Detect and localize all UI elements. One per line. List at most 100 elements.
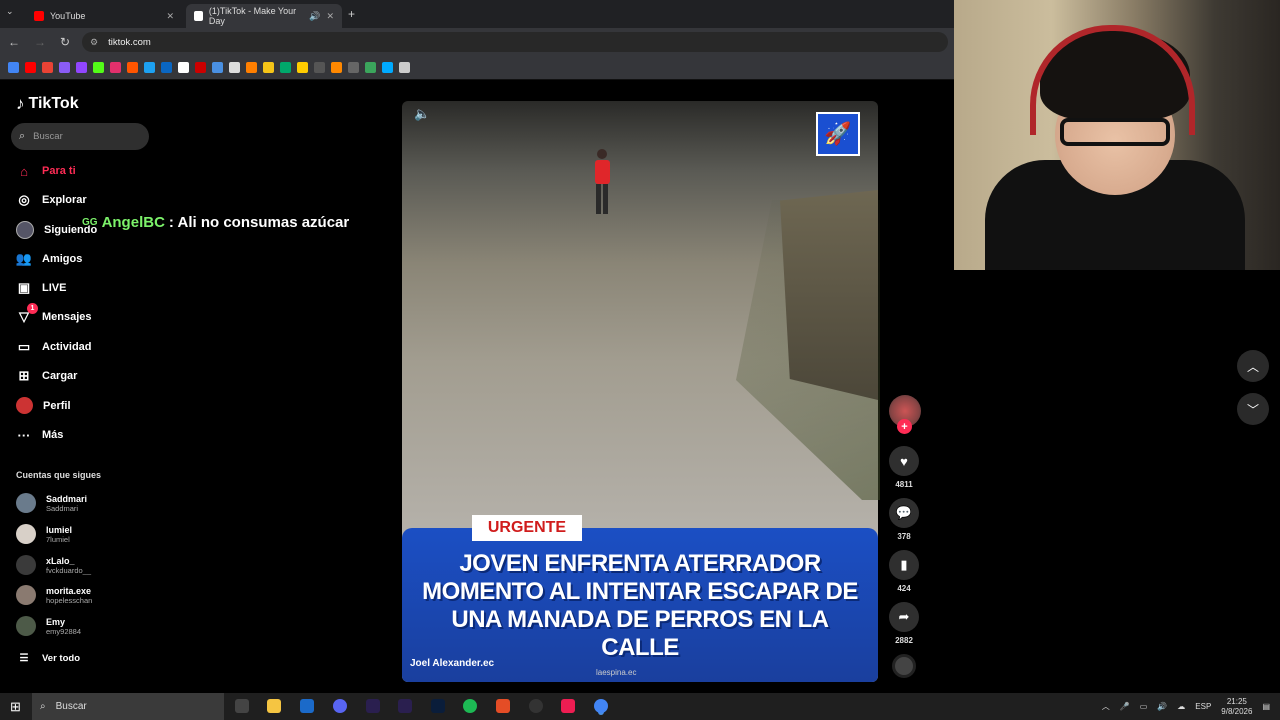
nav-item-mensajes[interactable]: ▽ 1 Mensajes <box>16 303 92 325</box>
messages-badge: 1 <box>27 303 38 314</box>
bookmark-icon[interactable] <box>399 62 410 73</box>
bookmark-icon[interactable] <box>382 62 393 73</box>
account-handle: hopelesschan <box>46 595 93 605</box>
bookmark-icon[interactable] <box>127 62 138 73</box>
discord-icon[interactable] <box>333 699 347 713</box>
file-explorer-icon[interactable] <box>267 699 281 713</box>
nav-item-actividad[interactable]: ▭ Actividad <box>16 339 92 355</box>
site-info-icon[interactable]: ⚙ <box>90 37 98 48</box>
follow-plus-icon[interactable]: + <box>897 419 912 434</box>
bookmark-icon[interactable] <box>212 62 223 73</box>
bookmark-icon[interactable] <box>280 62 291 73</box>
bookmarks-bar <box>0 56 954 80</box>
nav-item-amigos[interactable]: 👥 Amigos <box>16 251 82 267</box>
upload-icon: ⊞ <box>18 368 30 383</box>
bookmark-icon[interactable] <box>25 62 36 73</box>
game-app-icon[interactable] <box>496 699 510 713</box>
epic-games-icon[interactable] <box>235 699 249 713</box>
comment-button[interactable]: 💬 378 <box>889 498 919 541</box>
tab-tiktok[interactable]: (1)TikTok - Make Your Day 🔊 ✕ <box>186 4 342 28</box>
account-item[interactable]: Saddmari Saddmari <box>16 493 87 513</box>
nav-label: Amigos <box>42 253 83 265</box>
bookmark-icon[interactable] <box>314 62 325 73</box>
share-button[interactable]: ➦ 2882 <box>889 602 919 645</box>
obs-icon[interactable] <box>529 699 543 713</box>
account-item[interactable]: morita.exe hopelesschan <box>16 585 92 605</box>
premiere-icon[interactable] <box>398 699 412 713</box>
avatar <box>16 493 36 513</box>
bookmark-icon[interactable] <box>331 62 342 73</box>
bookmark-icon[interactable] <box>144 62 155 73</box>
bookmark-icon[interactable] <box>263 62 274 73</box>
video-author[interactable]: Joel Alexander.ec <box>410 658 494 669</box>
nav-label: Más <box>42 429 64 441</box>
back-arrow-icon[interactable]: ← <box>8 35 20 49</box>
next-video-button[interactable]: ﹀ <box>1237 393 1269 425</box>
nav-label: Explorar <box>42 194 87 206</box>
speaker-icon[interactable]: 🔊 <box>309 11 320 22</box>
spotify-icon[interactable] <box>463 699 477 713</box>
nav-item-para-ti[interactable]: ⌂ Para ti <box>16 163 76 179</box>
bookmark-icon[interactable] <box>297 62 308 73</box>
account-item[interactable]: Emy emy92884 <box>16 616 81 636</box>
music-disc-icon[interactable] <box>892 654 916 678</box>
new-tab-plus-icon[interactable]: + <box>348 7 355 21</box>
nav-item-live[interactable]: ▣ LIVE <box>16 280 67 296</box>
video-headline: JOVEN ENFRENTA ATERRADOR MOMENTO AL INTE… <box>422 550 858 661</box>
tiktok-app-icon[interactable] <box>561 699 575 713</box>
see-all-button[interactable]: ☰ Ver todo <box>16 650 81 666</box>
account-handle: fvckduardo__ <box>46 565 92 575</box>
cloud-icon[interactable]: ☁ <box>1177 702 1185 711</box>
tab-youtube[interactable]: YouTube ✕ <box>26 4 182 28</box>
steam-icon[interactable] <box>300 699 314 713</box>
search-icon: ⌕ <box>40 701 46 712</box>
network-icon[interactable]: ▭ <box>1140 702 1148 711</box>
nav-item-explorar[interactable]: ◎ Explorar <box>16 192 87 208</box>
bookmark-icon[interactable] <box>178 62 189 73</box>
forward-arrow-icon[interactable]: → <box>34 35 46 49</box>
save-button[interactable]: ▮ 424 <box>889 550 919 593</box>
windows-start-icon[interactable]: ⊞ <box>10 699 21 715</box>
tab-list-chevron-icon[interactable]: ⌄ <box>6 6 14 17</box>
tiktok-logo[interactable]: ♪ TikTok <box>16 94 79 114</box>
microphone-icon[interactable]: 🎤 <box>1120 702 1130 711</box>
bookmark-icon[interactable] <box>8 62 19 73</box>
language-indicator[interactable]: ESP <box>1195 702 1211 711</box>
bookmark-icon[interactable] <box>59 62 70 73</box>
bookmark-icon[interactable] <box>93 62 104 73</box>
tray-chevron-icon[interactable]: ︿ <box>1102 701 1110 712</box>
volume-icon[interactable]: 🔊 <box>1157 702 1167 711</box>
bookmark-icon[interactable] <box>246 62 257 73</box>
address-bar[interactable]: ⚙ tiktok.com <box>82 32 948 52</box>
bookmark-icon[interactable] <box>110 62 121 73</box>
close-tab-icon[interactable]: ✕ <box>166 11 174 22</box>
clock[interactable]: 21:25 9/8/2026 <box>1221 697 1252 717</box>
account-item[interactable]: xLalo_ fvckduardo__ <box>16 555 91 575</box>
bookmark-icon[interactable] <box>76 62 87 73</box>
reload-icon[interactable]: ↻ <box>60 35 70 49</box>
taskbar-search-placeholder: Buscar <box>55 701 87 712</box>
comment-icon: 💬 <box>889 498 919 528</box>
bookmark-icon[interactable] <box>348 62 359 73</box>
like-button[interactable]: ♥ 4811 <box>889 446 919 489</box>
nav-label: Actividad <box>42 341 92 353</box>
nav-item-mas[interactable]: ··· Más <box>16 427 64 443</box>
search-input[interactable]: ⌕ Buscar <box>11 123 149 150</box>
bookmark-icon[interactable] <box>365 62 376 73</box>
after-effects-icon[interactable] <box>366 699 380 713</box>
nav-item-perfil[interactable]: Perfil <box>16 397 71 414</box>
chrome-icon[interactable] <box>594 699 608 713</box>
bookmark-icon[interactable] <box>229 62 240 73</box>
account-handle: Saddmari <box>46 503 79 513</box>
account-item[interactable]: lumiel 7lumiel <box>16 524 72 544</box>
close-tab-icon[interactable]: ✕ <box>326 11 334 22</box>
nav-item-cargar[interactable]: ⊞ Cargar <box>16 368 78 384</box>
photoshop-icon[interactable] <box>431 699 445 713</box>
bookmark-icon[interactable] <box>195 62 206 73</box>
previous-video-button[interactable]: ︿ <box>1237 350 1269 382</box>
volume-icon[interactable]: 🔈 <box>414 106 430 122</box>
bookmark-icon[interactable] <box>42 62 53 73</box>
bookmark-icon[interactable] <box>161 62 172 73</box>
notification-icon[interactable]: ▤ <box>1262 702 1270 711</box>
taskbar-search-input[interactable]: ⌕ Buscar <box>32 693 224 720</box>
